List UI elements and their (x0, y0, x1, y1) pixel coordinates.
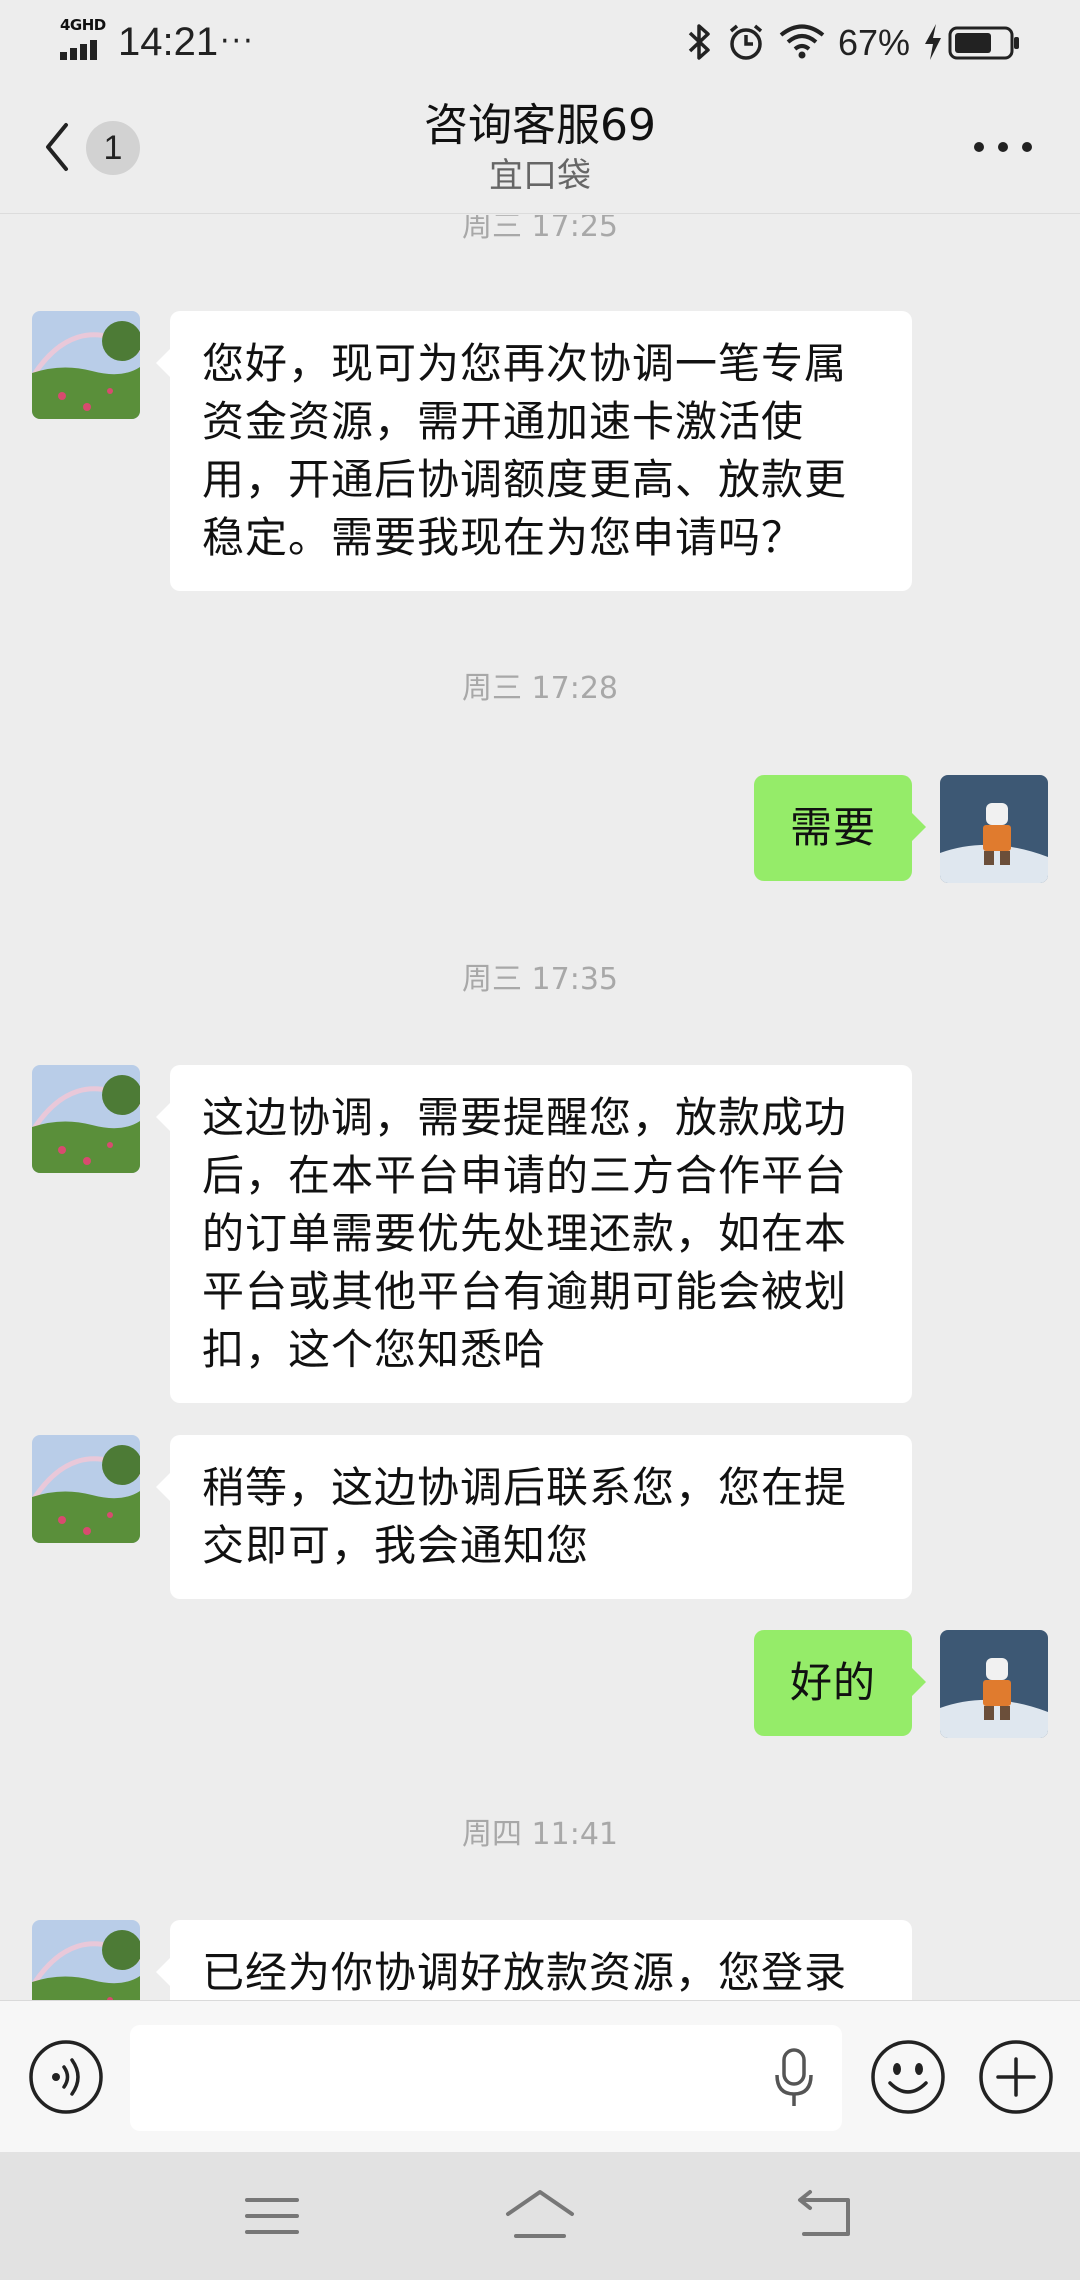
status-time: 14:21 (118, 20, 219, 64)
contact-avatar[interactable] (32, 1435, 140, 1543)
microphone-icon[interactable] (772, 2047, 816, 2109)
timestamp: 周四 11:41 (462, 1817, 618, 1852)
message-input[interactable] (130, 2025, 842, 2131)
status-bar: 4GHD 14:21 ··· 67% (0, 0, 1080, 84)
wifi-icon (779, 24, 825, 59)
back-icon (798, 2190, 850, 2236)
emoji-button[interactable] (870, 2039, 946, 2115)
user-avatar[interactable] (940, 1630, 1048, 1738)
chat-subtitle: 宜口袋 (489, 156, 591, 196)
battery-percent: 67% (838, 22, 911, 63)
chat-header: 1 咨询客服69 宜口袋 (0, 84, 1080, 214)
more-options-button[interactable] (974, 130, 1040, 164)
alarm-icon (729, 24, 763, 60)
contact-avatar[interactable] (32, 1920, 140, 2000)
more-functions-button[interactable] (978, 2039, 1054, 2115)
emoji-icon (871, 2040, 945, 2114)
cellular-signal-icon: 4GHD (60, 18, 108, 60)
timestamp: 周三 17:28 (462, 671, 618, 706)
message-bubble[interactable]: 需要 (754, 775, 926, 881)
system-navigation-bar (0, 2152, 1080, 2280)
menu-button[interactable] (222, 2186, 322, 2246)
timestamp: 周三 17:35 (462, 962, 618, 997)
battery-icon (948, 26, 1019, 60)
message-bubble[interactable]: 这边协调，需要提醒您，放款成功后，在本平台申请的三方合作平台的订单需要优先处理还… (156, 1065, 912, 1403)
user-avatar[interactable] (940, 775, 1048, 883)
plus-icon (979, 2040, 1053, 2114)
contact-avatar[interactable] (32, 311, 140, 419)
charging-icon (925, 24, 941, 60)
message-list[interactable]: 周三 17:25 您好，现可为您再次协调一笔专属资金资源，需开通加速卡激活使用，… (0, 215, 1080, 2000)
chat-title: 咨询客服69 (424, 100, 656, 151)
message-bubble[interactable]: 您好，现可为您再次协调一笔专属资金资源，需开通加速卡激活使用，开通后协调额度更高… (156, 311, 912, 591)
message-bubble[interactable]: 好的 (754, 1630, 926, 1736)
timestamp: 周三 17:25 (462, 215, 618, 244)
home-button[interactable] (490, 2186, 590, 2246)
message-bubble[interactable]: 稍等，这边协调后联系您，您在提交即可，我会通知您 (156, 1435, 912, 1599)
voice-input-button[interactable] (28, 2039, 104, 2115)
input-bar (0, 2000, 1080, 2152)
message-bubble[interactable]: 已经为你协调好放款资源，您登录 (156, 1920, 912, 2000)
bluetooth-icon (688, 24, 710, 60)
network-type-label: 4GHD (60, 16, 106, 34)
contact-avatar[interactable] (32, 1065, 140, 1173)
system-back-button[interactable] (774, 2186, 874, 2246)
voice-icon (29, 2040, 103, 2114)
home-icon (506, 2190, 574, 2238)
status-more-indicator: ··· (220, 24, 255, 59)
menu-icon (245, 2198, 299, 2234)
